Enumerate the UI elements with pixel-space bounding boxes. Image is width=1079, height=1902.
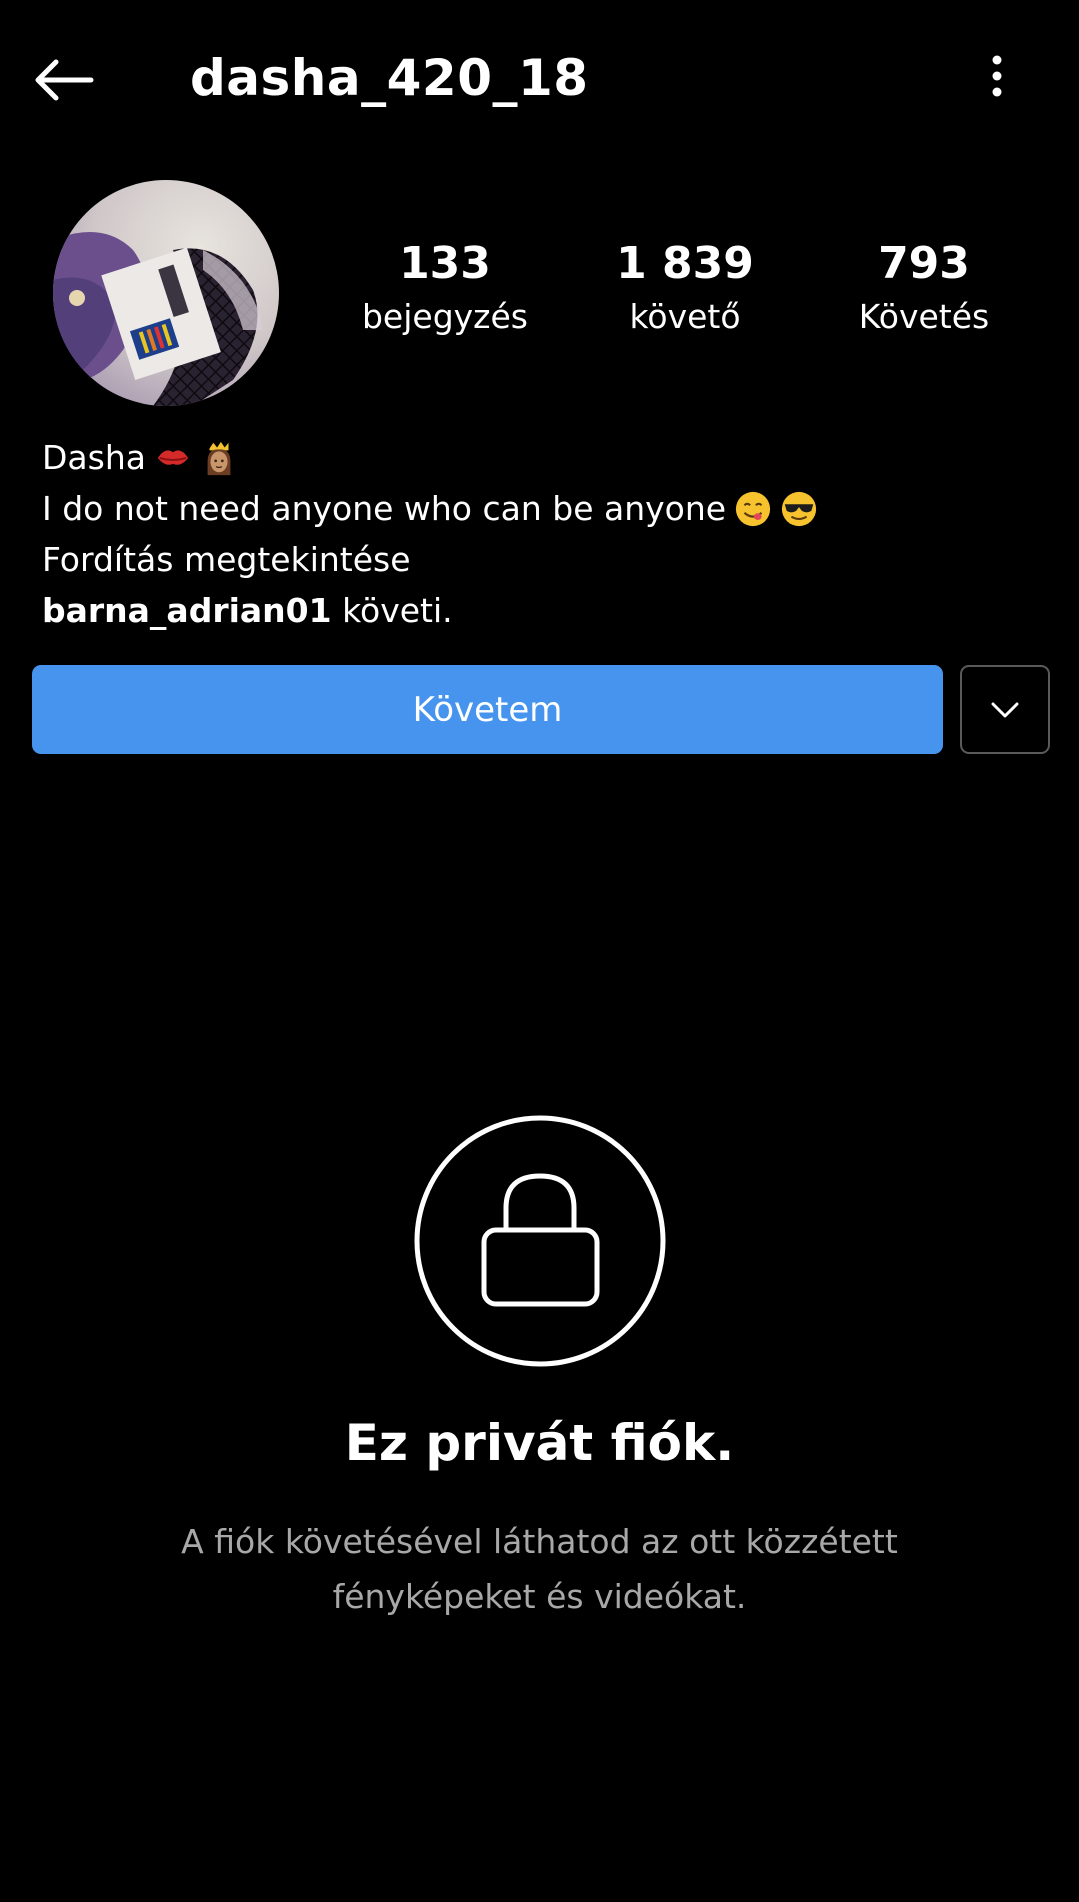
stat-label: követő bbox=[629, 297, 741, 336]
stat-label: Követés bbox=[858, 297, 990, 336]
stat-value: 1 839 bbox=[616, 238, 754, 289]
followed-by-suffix: követi. bbox=[331, 591, 453, 630]
back-button[interactable] bbox=[32, 44, 114, 116]
more-options-button[interactable] bbox=[972, 44, 1022, 108]
more-vertical-icon bbox=[992, 55, 1002, 97]
face-savoring-food-icon bbox=[735, 491, 771, 526]
bio-name-line: Dasha bbox=[42, 432, 1042, 483]
stat-value: 133 bbox=[399, 238, 491, 289]
stat-value: 793 bbox=[878, 238, 970, 289]
profile-bio: Dasha I do not need anyone who can be an… bbox=[42, 432, 1042, 636]
bio-text-line: I do not need anyone who can be anyone bbox=[42, 483, 1042, 534]
private-lock-badge bbox=[413, 1114, 667, 1368]
arrow-left-icon bbox=[35, 59, 94, 101]
stat-label: bejegyzés bbox=[361, 297, 528, 336]
lock-icon bbox=[414, 1115, 666, 1367]
princess-icon bbox=[207, 441, 231, 475]
smiling-face-with-sunglasses-icon bbox=[781, 491, 817, 526]
stat-posts[interactable]: 133 bejegyzés bbox=[325, 236, 565, 340]
avatar[interactable] bbox=[53, 180, 279, 406]
stat-following[interactable]: 793 Követés bbox=[804, 236, 1044, 340]
follow-button[interactable]: Követem bbox=[32, 665, 943, 754]
kiss-mark-icon bbox=[157, 449, 189, 465]
bio-name: Dasha bbox=[42, 438, 146, 477]
profile-photo bbox=[53, 180, 279, 406]
chevron-down-icon bbox=[991, 702, 1019, 717]
suggestions-dropdown-button[interactable] bbox=[960, 665, 1050, 754]
see-translation-link[interactable]: Fordítás megtekintése bbox=[42, 534, 1042, 585]
private-account-description: A fiók követésével láthatod az ott közzé… bbox=[181, 1522, 898, 1616]
stat-followers[interactable]: 1 839 követő bbox=[565, 236, 805, 340]
followed-by-line: barna_adrian01 követi. bbox=[42, 585, 1042, 636]
bio-text: I do not need anyone who can be anyone bbox=[42, 489, 727, 528]
profile-username: dasha_420_18 bbox=[190, 49, 589, 107]
top-bar: dasha_420_18 bbox=[0, 0, 1079, 156]
followed-by-user[interactable]: barna_adrian01 bbox=[42, 585, 332, 636]
private-account-title: Ez privát fiók. bbox=[344, 1414, 735, 1472]
